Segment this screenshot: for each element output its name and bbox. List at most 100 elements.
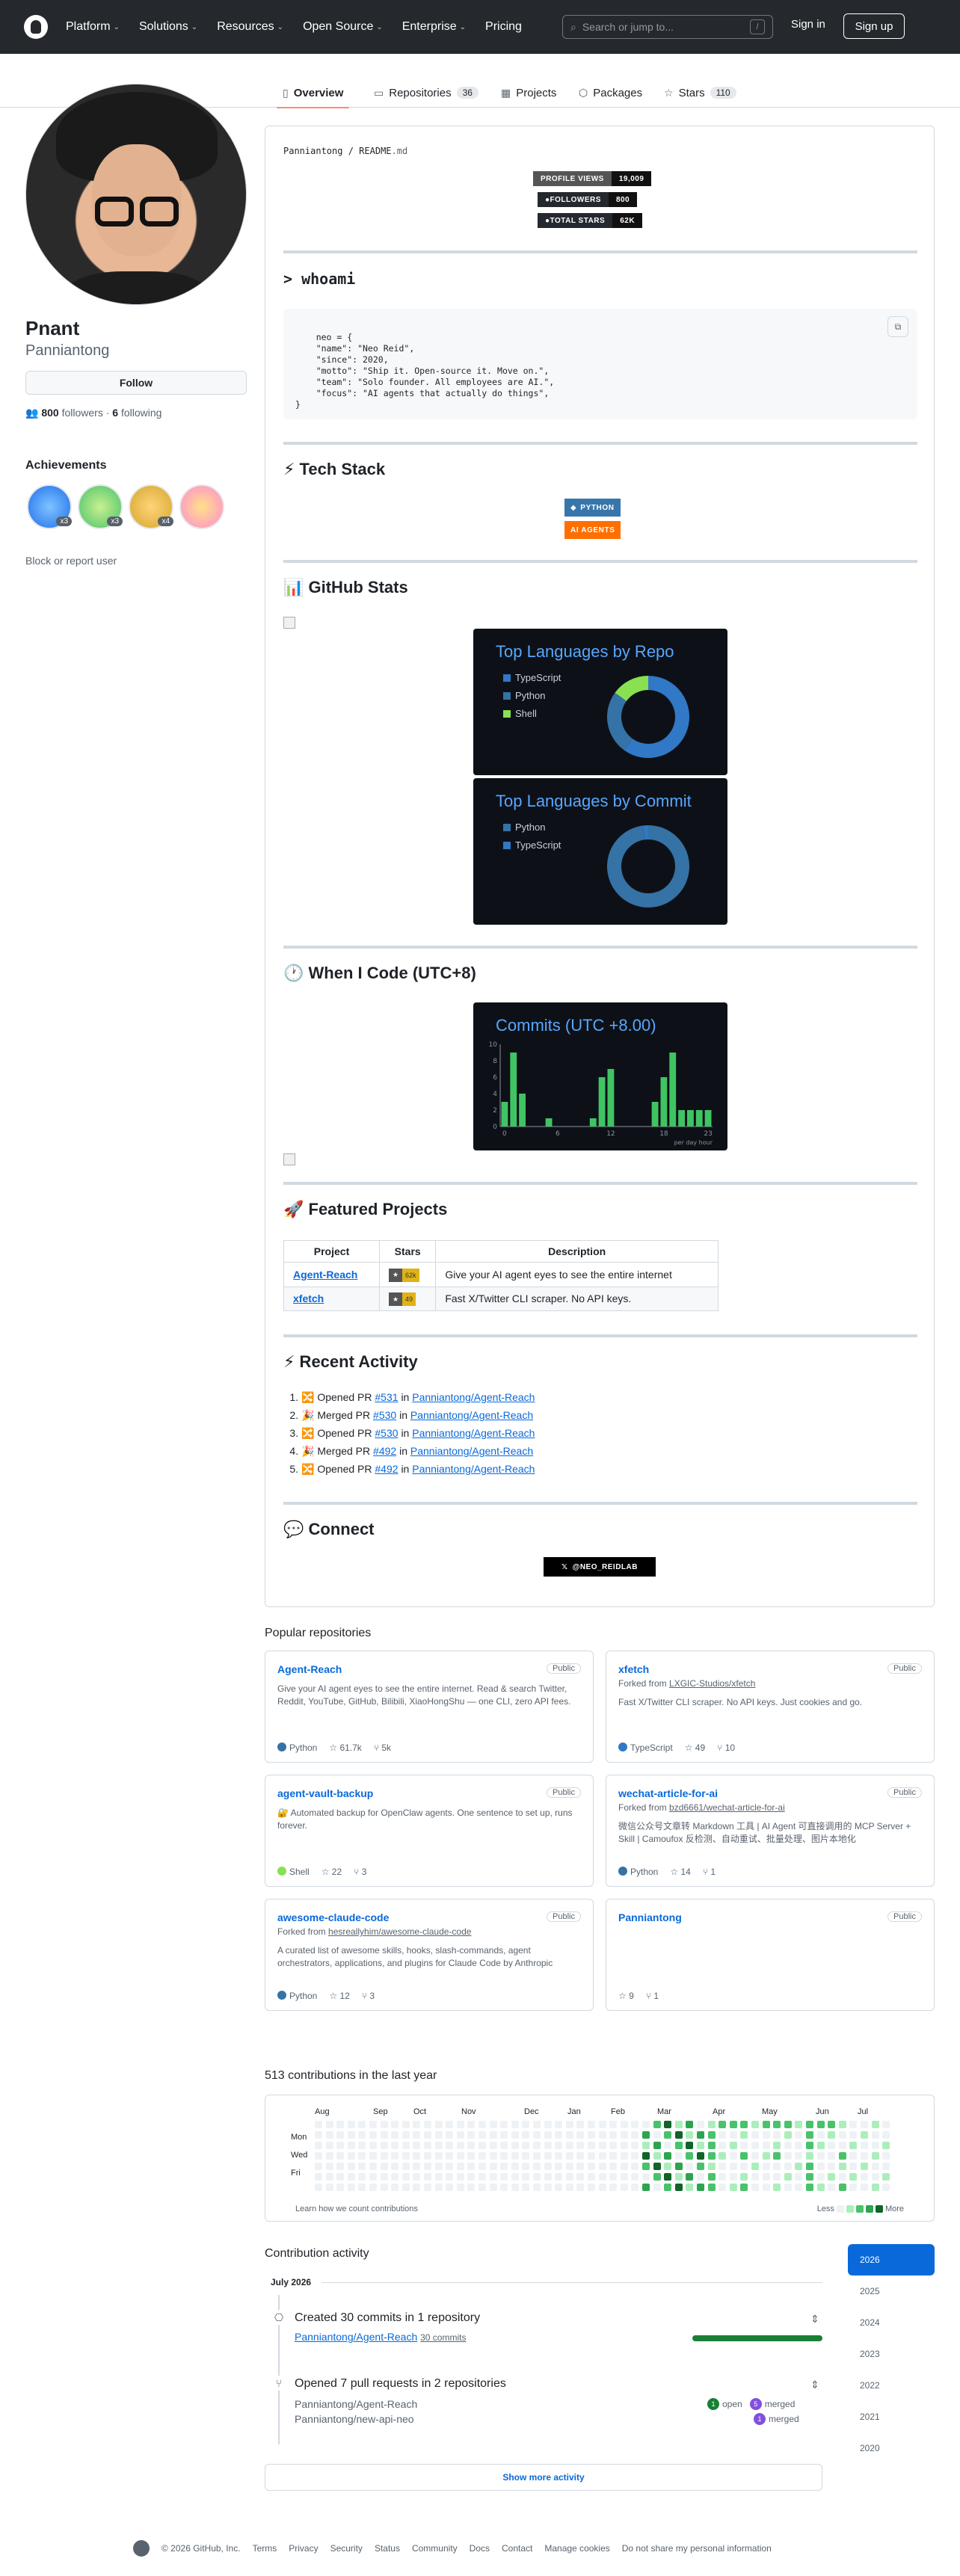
contribution-day[interactable] bbox=[816, 2121, 825, 2128]
contribution-day[interactable] bbox=[446, 2131, 454, 2139]
contribution-day[interactable] bbox=[446, 2173, 454, 2181]
tab-stars[interactable]: ☆ Stars 110 bbox=[664, 81, 736, 105]
contribution-day[interactable] bbox=[664, 2121, 672, 2128]
contribution-day[interactable] bbox=[631, 2173, 639, 2181]
contribution-day[interactable] bbox=[401, 2142, 410, 2149]
contribution-day[interactable] bbox=[347, 2131, 355, 2139]
contribution-day[interactable] bbox=[533, 2121, 541, 2128]
contribution-day[interactable] bbox=[369, 2152, 377, 2160]
repo-stars[interactable]: ☆ 14 bbox=[670, 1867, 690, 1877]
contribution-day[interactable] bbox=[861, 2142, 868, 2149]
contribution-day[interactable] bbox=[664, 2184, 672, 2191]
contribution-day[interactable] bbox=[555, 2163, 563, 2170]
contribution-day[interactable] bbox=[719, 2184, 727, 2191]
contribution-day[interactable] bbox=[380, 2131, 388, 2139]
contribution-day[interactable] bbox=[336, 2142, 345, 2149]
repo-stars[interactable]: ☆ 49 bbox=[685, 1743, 705, 1753]
contribution-day[interactable] bbox=[336, 2131, 345, 2139]
followers-badge[interactable]: ● FOLLOWERS 800 bbox=[538, 192, 651, 207]
contribution-day[interactable] bbox=[719, 2163, 727, 2170]
contribution-day[interactable] bbox=[544, 2121, 552, 2128]
contribution-day[interactable] bbox=[598, 2173, 606, 2181]
contribution-day[interactable] bbox=[479, 2173, 486, 2181]
signin-link[interactable]: Sign in bbox=[791, 18, 825, 31]
repo-link[interactable]: Panniantong/Agent-Reach bbox=[412, 1463, 535, 1475]
contribution-day[interactable] bbox=[795, 2131, 803, 2139]
contribution-day[interactable] bbox=[511, 2152, 519, 2160]
contribution-day[interactable] bbox=[609, 2131, 618, 2139]
contribution-day[interactable] bbox=[762, 2152, 770, 2160]
contribution-day[interactable] bbox=[653, 2152, 661, 2160]
contribution-day[interactable] bbox=[511, 2142, 519, 2149]
contribution-day[interactable] bbox=[336, 2184, 345, 2191]
contribution-day[interactable] bbox=[849, 2121, 858, 2128]
contribution-day[interactable] bbox=[620, 2152, 628, 2160]
repo-forks[interactable]: ⑂ 10 bbox=[717, 1743, 735, 1753]
contribution-day[interactable] bbox=[565, 2163, 573, 2170]
contribution-day[interactable] bbox=[380, 2173, 388, 2181]
contribution-day[interactable] bbox=[707, 2163, 716, 2170]
contribution-day[interactable] bbox=[325, 2173, 333, 2181]
contribution-day[interactable] bbox=[533, 2131, 541, 2139]
contribution-day[interactable] bbox=[588, 2184, 595, 2191]
contribution-day[interactable] bbox=[565, 2152, 573, 2160]
contribution-day[interactable] bbox=[500, 2142, 508, 2149]
contribution-day[interactable] bbox=[588, 2121, 595, 2128]
contribution-day[interactable] bbox=[642, 2121, 650, 2128]
contribution-day[interactable] bbox=[544, 2163, 552, 2170]
contribution-day[interactable] bbox=[828, 2152, 836, 2160]
contribution-day[interactable] bbox=[424, 2163, 431, 2170]
contribution-day[interactable] bbox=[784, 2142, 792, 2149]
contribution-day[interactable] bbox=[336, 2163, 345, 2170]
contribution-day[interactable] bbox=[861, 2184, 868, 2191]
contribution-day[interactable] bbox=[456, 2163, 464, 2170]
contribution-day[interactable] bbox=[871, 2163, 879, 2170]
contribution-day[interactable] bbox=[697, 2152, 704, 2160]
year-link[interactable]: 2020 bbox=[848, 2432, 935, 2464]
contribution-day[interactable] bbox=[773, 2142, 781, 2149]
contribution-day[interactable] bbox=[358, 2142, 366, 2149]
contribution-day[interactable] bbox=[358, 2173, 366, 2181]
contribution-day[interactable] bbox=[871, 2121, 879, 2128]
contribution-day[interactable] bbox=[653, 2131, 661, 2139]
contribution-day[interactable] bbox=[609, 2121, 618, 2128]
contribution-day[interactable] bbox=[609, 2173, 618, 2181]
contribution-day[interactable] bbox=[861, 2173, 868, 2181]
contribution-day[interactable] bbox=[719, 2131, 727, 2139]
repo-stars[interactable]: ☆ 22 bbox=[321, 1867, 342, 1877]
repo-name-link[interactable]: Agent-Reach bbox=[277, 1663, 581, 1675]
contribution-day[interactable] bbox=[544, 2142, 552, 2149]
year-link[interactable]: 2021 bbox=[848, 2401, 935, 2432]
contribution-day[interactable] bbox=[576, 2131, 585, 2139]
contribution-day[interactable] bbox=[784, 2121, 792, 2128]
contribution-day[interactable] bbox=[413, 2184, 421, 2191]
contribution-day[interactable] bbox=[751, 2184, 759, 2191]
repo-name-link[interactable]: agent-vault-backup bbox=[277, 1787, 581, 1799]
contribution-day[interactable] bbox=[479, 2152, 486, 2160]
contribution-day[interactable] bbox=[533, 2152, 541, 2160]
contribution-day[interactable] bbox=[740, 2184, 748, 2191]
pr-link[interactable]: #531 bbox=[375, 1391, 398, 1403]
contribution-day[interactable] bbox=[631, 2131, 639, 2139]
contribution-day[interactable] bbox=[391, 2131, 399, 2139]
contribution-day[interactable] bbox=[489, 2163, 497, 2170]
contribution-day[interactable] bbox=[882, 2152, 890, 2160]
contribution-day[interactable] bbox=[664, 2142, 672, 2149]
contribution-day[interactable] bbox=[674, 2184, 683, 2191]
contribution-day[interactable] bbox=[424, 2131, 431, 2139]
contribution-day[interactable] bbox=[762, 2163, 770, 2170]
contribution-day[interactable] bbox=[707, 2131, 716, 2139]
contribution-day[interactable] bbox=[456, 2142, 464, 2149]
contribution-day[interactable] bbox=[467, 2184, 476, 2191]
contribution-day[interactable] bbox=[315, 2152, 322, 2160]
pull-shark-icon[interactable]: x3 bbox=[27, 484, 72, 529]
contribution-day[interactable] bbox=[609, 2152, 618, 2160]
contribution-day[interactable] bbox=[740, 2173, 748, 2181]
contribution-day[interactable] bbox=[336, 2121, 345, 2128]
contribution-day[interactable] bbox=[576, 2163, 585, 2170]
contribution-day[interactable] bbox=[598, 2121, 606, 2128]
year-link[interactable]: 2023 bbox=[848, 2338, 935, 2370]
contribution-day[interactable] bbox=[686, 2173, 694, 2181]
contribution-day[interactable] bbox=[729, 2131, 737, 2139]
contribution-day[interactable] bbox=[456, 2152, 464, 2160]
